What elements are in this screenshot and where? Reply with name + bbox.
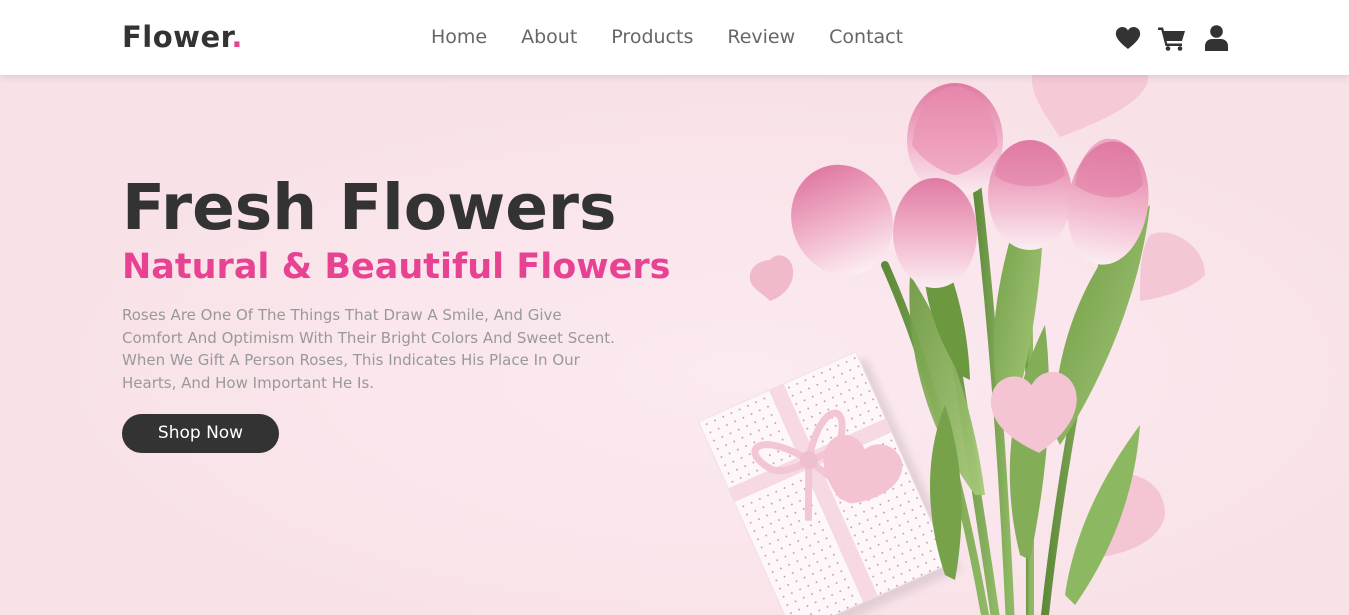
main-nav: Home About Products Review Contact <box>431 26 937 48</box>
nav-review[interactable]: Review <box>727 26 795 48</box>
nav-about[interactable]: About <box>521 26 577 48</box>
hero-section: Fresh Flowers Natural & Beautiful Flower… <box>0 75 1349 615</box>
heart-icon[interactable] <box>1114 24 1142 52</box>
nav-contact[interactable]: Contact <box>829 26 903 48</box>
logo-dot: . <box>231 20 243 54</box>
header-icons <box>1114 24 1230 52</box>
shop-now-button[interactable]: Shop Now <box>122 414 279 453</box>
nav-home[interactable]: Home <box>431 26 487 48</box>
site-header: Flower. Home About Products Review Conta… <box>0 0 1349 75</box>
hero-content: Fresh Flowers Natural & Beautiful Flower… <box>122 170 671 453</box>
user-icon[interactable] <box>1202 24 1230 52</box>
hero-subtitle: Natural & Beautiful Flowers <box>122 247 671 287</box>
hero-description: Roses Are One Of The Things That Draw A … <box>122 306 615 392</box>
nav-products[interactable]: Products <box>611 26 693 48</box>
hero-title: Fresh Flowers <box>122 171 617 244</box>
shopping-cart-icon[interactable] <box>1158 24 1186 52</box>
logo[interactable]: Flower. <box>122 20 243 54</box>
logo-text: Flower <box>122 20 232 54</box>
